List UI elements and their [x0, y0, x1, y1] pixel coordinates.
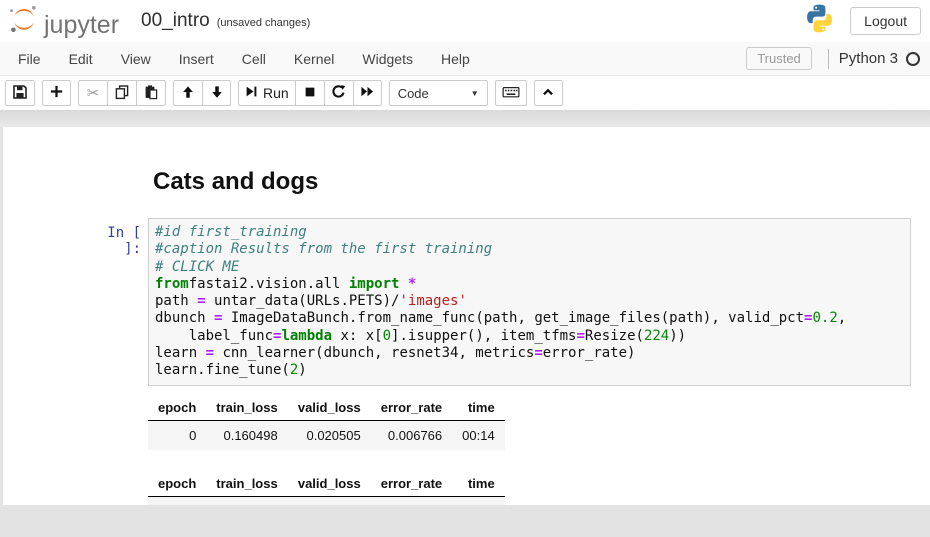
- run-icon: [245, 85, 258, 101]
- restart-icon: [331, 84, 346, 102]
- column-header-train_loss: train_loss: [206, 395, 287, 421]
- code-line: dbunch = ImageDataBunch.from_name_func(p…: [155, 310, 904, 327]
- menu-item-help[interactable]: Help: [427, 42, 484, 75]
- cut-icon: ✂: [87, 86, 100, 101]
- table-cell: 0: [148, 496, 206, 505]
- table-cell: 0.092704: [206, 496, 287, 505]
- jupyter-logo-icon: [8, 3, 40, 40]
- cell-type-value: Code: [398, 86, 429, 101]
- markdown-cell[interactable]: Cats and dogs: [3, 127, 930, 196]
- copy-icon: [114, 84, 130, 103]
- python-logo-icon: [803, 2, 836, 40]
- restart-run-all-button[interactable]: [353, 80, 382, 106]
- interrupt-kernel-button[interactable]: [295, 80, 324, 106]
- move-cell-down-button[interactable]: [202, 80, 231, 106]
- cell-type-select[interactable]: Code ▼: [389, 80, 488, 106]
- notebook-heading: Cats and dogs: [153, 168, 930, 196]
- paste-icon: [143, 84, 159, 103]
- table-cell: 0.017920: [288, 496, 371, 505]
- scroll-up-button[interactable]: [534, 80, 563, 106]
- code-input-area[interactable]: #id first_training#caption Results from …: [148, 218, 911, 386]
- autosave-status: (unsaved changes): [217, 17, 311, 29]
- kernel-name: Python 3: [839, 50, 898, 67]
- notebook-title-group: 00_intro (unsaved changes): [141, 10, 310, 32]
- save-icon: [12, 84, 28, 103]
- menu-item-edit[interactable]: Edit: [55, 42, 107, 75]
- move-cell-up-button[interactable]: [173, 80, 202, 106]
- table-cell: 00:14: [452, 420, 505, 450]
- copy-cell-button[interactable]: [107, 80, 136, 106]
- column-header-error_rate: error_rate: [371, 395, 452, 421]
- column-header-train_loss: train_loss: [206, 471, 287, 497]
- notebook-container[interactable]: Cats and dogs In [ ]: #id first_training…: [3, 127, 930, 505]
- stop-icon: [303, 85, 317, 102]
- add-cell-button[interactable]: [42, 80, 71, 106]
- jupyter-logo[interactable]: jupyter: [8, 3, 119, 40]
- table-row: 00.0927040.0179200.00744200:18: [148, 496, 505, 505]
- jupyter-app: jupyter 00_intro (unsaved changes) Logou…: [0, 0, 930, 537]
- code-line: learn = cnn_learner(dbunch, resnet34, me…: [155, 345, 904, 362]
- header: jupyter 00_intro (unsaved changes) Logou…: [0, 0, 930, 42]
- table-cell: 0.160498: [206, 420, 287, 450]
- table-cell: 0.020505: [288, 420, 371, 450]
- column-header-valid_loss: valid_loss: [288, 395, 371, 421]
- menu-item-file[interactable]: File: [4, 42, 55, 75]
- code-line: path = untar_data(URLs.PETS)/'images': [155, 293, 904, 310]
- menubar-right: Trusted Python 3: [746, 47, 930, 70]
- code-line: label_func=lambda x: x[0].isupper(), ite…: [155, 328, 904, 345]
- menu-item-kernel[interactable]: Kernel: [280, 42, 348, 75]
- move-down-icon: [210, 85, 224, 102]
- menubar: FileEditViewInsertCellKernelWidgetsHelp …: [0, 42, 930, 76]
- trusted-badge[interactable]: Trusted: [746, 47, 812, 70]
- run-cell-button[interactable]: Run: [238, 80, 295, 106]
- code-line: fromfastai2.vision.all import *: [155, 276, 904, 293]
- save-button[interactable]: [5, 80, 35, 106]
- menu-items: FileEditViewInsertCellKernelWidgetsHelp: [0, 42, 484, 75]
- column-header-time: time: [452, 471, 505, 497]
- chevron-down-icon: ▼: [471, 89, 479, 98]
- run-button-label: Run: [263, 85, 289, 101]
- header-shadow: [0, 110, 930, 127]
- code-line: learn.fine_tune(2): [155, 362, 904, 379]
- jupyter-logo-text: jupyter: [44, 13, 119, 40]
- cut-cell-button[interactable]: ✂: [78, 80, 107, 106]
- restart-run-all-icon: [360, 84, 375, 102]
- kernel-divider: [828, 49, 829, 69]
- column-header-time: time: [452, 395, 505, 421]
- column-header-epoch: epoch: [148, 395, 206, 421]
- table-cell: 0.006766: [371, 420, 452, 450]
- restart-kernel-button[interactable]: [324, 80, 353, 106]
- logout-button[interactable]: Logout: [850, 7, 921, 35]
- menu-item-cell[interactable]: Cell: [228, 42, 280, 75]
- header-right: Logout: [803, 2, 921, 40]
- table-cell: 0.007442: [371, 496, 452, 505]
- cell-prompt: In [ ]:: [85, 218, 141, 386]
- table-cell: 0: [148, 420, 206, 450]
- command-palette-icon: [502, 85, 520, 102]
- toolbar: ✂ Run: [0, 76, 930, 110]
- training-results-table: epochtrain_lossvalid_losserror_ratetime0…: [148, 395, 505, 450]
- notebook-title[interactable]: 00_intro: [141, 10, 210, 32]
- table-cell: 00:18: [452, 496, 505, 505]
- menu-item-view[interactable]: View: [107, 42, 165, 75]
- column-header-epoch: epoch: [148, 471, 206, 497]
- cell-outputs: epochtrain_lossvalid_losserror_ratetime0…: [3, 395, 930, 505]
- column-header-error_rate: error_rate: [371, 471, 452, 497]
- menu-item-insert[interactable]: Insert: [165, 42, 228, 75]
- code-line: # CLICK ME: [155, 259, 904, 276]
- training-results-table: epochtrain_lossvalid_losserror_ratetime0…: [148, 471, 505, 505]
- move-up-icon: [181, 85, 195, 102]
- code-line: #id first_training: [155, 224, 904, 241]
- kernel-status-icon: [906, 52, 920, 66]
- add-cell-icon: [49, 84, 64, 102]
- chevron-up-icon: [541, 85, 555, 101]
- menu-item-widgets[interactable]: Widgets: [348, 42, 427, 75]
- command-palette-button[interactable]: [495, 80, 527, 106]
- code-cell[interactable]: In [ ]: #id first_training#caption Resul…: [3, 218, 930, 386]
- column-header-valid_loss: valid_loss: [288, 471, 371, 497]
- table-row: 00.1604980.0205050.00676600:14: [148, 420, 505, 450]
- code-line: #caption Results from the first training: [155, 241, 904, 258]
- paste-cell-button[interactable]: [136, 80, 166, 106]
